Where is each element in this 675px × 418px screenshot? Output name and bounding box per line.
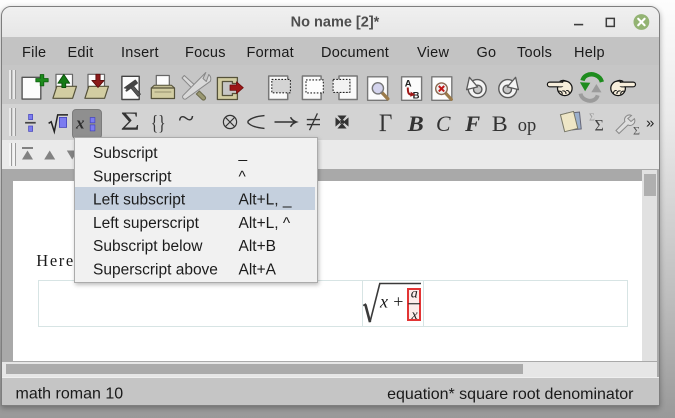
svg-text:Superscript: Superscript xyxy=(93,168,172,185)
svg-text:Alt+B: Alt+B xyxy=(239,238,276,255)
svg-text:Superscript above: Superscript above xyxy=(93,262,218,279)
svg-text:Left subscript: Left subscript xyxy=(93,192,186,209)
svg-text:_: _ xyxy=(238,145,248,162)
svg-text:^: ^ xyxy=(239,168,247,185)
svg-text:Alt+L, ^: Alt+L, ^ xyxy=(239,215,291,232)
svg-text:Alt+A: Alt+A xyxy=(239,262,277,279)
svg-text:Left superscript: Left superscript xyxy=(93,215,200,232)
svg-text:Subscript below: Subscript below xyxy=(93,238,203,255)
svg-text:Alt+L, _: Alt+L, _ xyxy=(239,192,292,209)
svg-text:Subscript: Subscript xyxy=(93,145,158,162)
